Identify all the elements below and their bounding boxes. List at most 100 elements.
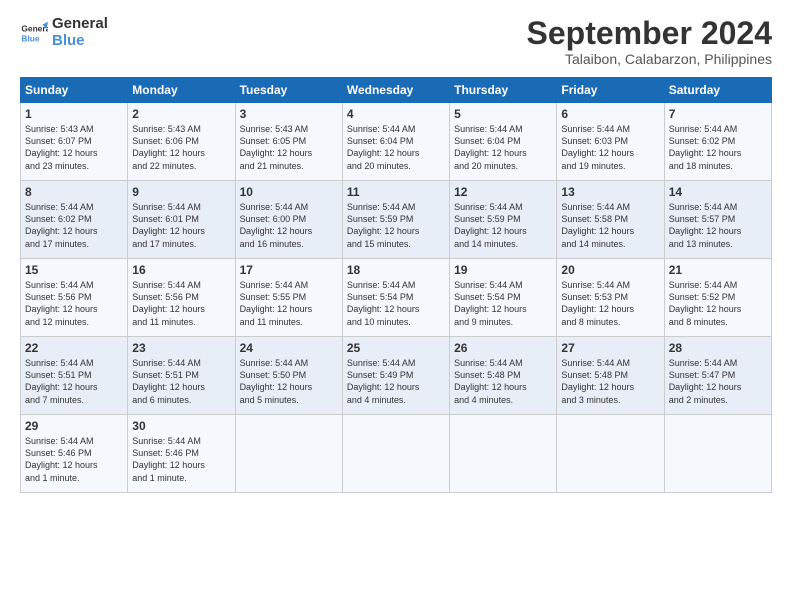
- logo-icon: General Blue: [20, 19, 48, 47]
- cell-text: Sunrise: 5:44 AM: [454, 123, 552, 135]
- table-row: 27Sunrise: 5:44 AMSunset: 5:48 PMDayligh…: [557, 337, 664, 415]
- cell-text: Daylight: 12 hours: [25, 147, 123, 159]
- cell-text: and 20 minutes.: [347, 160, 445, 172]
- cell-text: Daylight: 12 hours: [240, 303, 338, 315]
- cell-text: Sunrise: 5:43 AM: [132, 123, 230, 135]
- table-row: 12Sunrise: 5:44 AMSunset: 5:59 PMDayligh…: [450, 181, 557, 259]
- day-number: 9: [132, 185, 230, 199]
- cell-text: and 11 minutes.: [132, 316, 230, 328]
- header-row: Sunday Monday Tuesday Wednesday Thursday…: [21, 78, 772, 103]
- cell-text: Daylight: 12 hours: [240, 147, 338, 159]
- cell-text: Sunset: 5:48 PM: [561, 369, 659, 381]
- cell-text: and 19 minutes.: [561, 160, 659, 172]
- cell-text: Sunrise: 5:44 AM: [132, 435, 230, 447]
- cell-text: Sunset: 6:06 PM: [132, 135, 230, 147]
- day-number: 17: [240, 263, 338, 277]
- table-row: 28Sunrise: 5:44 AMSunset: 5:47 PMDayligh…: [664, 337, 771, 415]
- day-number: 27: [561, 341, 659, 355]
- cell-text: Daylight: 12 hours: [347, 147, 445, 159]
- table-row: 14Sunrise: 5:44 AMSunset: 5:57 PMDayligh…: [664, 181, 771, 259]
- cell-text: Daylight: 12 hours: [240, 381, 338, 393]
- day-number: 5: [454, 107, 552, 121]
- cell-text: Sunrise: 5:44 AM: [454, 279, 552, 291]
- cell-text: Sunset: 6:05 PM: [240, 135, 338, 147]
- cell-text: Sunset: 5:56 PM: [132, 291, 230, 303]
- cell-text: and 10 minutes.: [347, 316, 445, 328]
- cell-text: Daylight: 12 hours: [347, 303, 445, 315]
- cell-text: Sunrise: 5:44 AM: [347, 123, 445, 135]
- cell-text: Sunrise: 5:44 AM: [25, 435, 123, 447]
- table-row: 8Sunrise: 5:44 AMSunset: 6:02 PMDaylight…: [21, 181, 128, 259]
- cell-text: and 7 minutes.: [25, 394, 123, 406]
- table-row: [235, 415, 342, 493]
- cell-text: and 11 minutes.: [240, 316, 338, 328]
- cell-text: Sunrise: 5:44 AM: [561, 279, 659, 291]
- calendar-page: General Blue General Blue September 2024…: [0, 0, 792, 612]
- day-number: 6: [561, 107, 659, 121]
- table-row: [557, 415, 664, 493]
- table-row: 16Sunrise: 5:44 AMSunset: 5:56 PMDayligh…: [128, 259, 235, 337]
- day-number: 18: [347, 263, 445, 277]
- table-row: 3Sunrise: 5:43 AMSunset: 6:05 PMDaylight…: [235, 103, 342, 181]
- cell-text: Sunset: 6:01 PM: [132, 213, 230, 225]
- cell-text: Sunset: 5:49 PM: [347, 369, 445, 381]
- cell-text: Daylight: 12 hours: [132, 459, 230, 471]
- day-number: 1: [25, 107, 123, 121]
- cell-text: Sunrise: 5:44 AM: [240, 357, 338, 369]
- col-sunday: Sunday: [21, 78, 128, 103]
- day-number: 13: [561, 185, 659, 199]
- cell-text: Sunrise: 5:44 AM: [25, 357, 123, 369]
- cell-text: and 23 minutes.: [25, 160, 123, 172]
- cell-text: Daylight: 12 hours: [669, 303, 767, 315]
- cell-text: Sunset: 6:07 PM: [25, 135, 123, 147]
- cell-text: Sunrise: 5:44 AM: [25, 201, 123, 213]
- logo: General Blue General Blue: [20, 16, 108, 49]
- table-row: 6Sunrise: 5:44 AMSunset: 6:03 PMDaylight…: [557, 103, 664, 181]
- cell-text: Sunset: 5:57 PM: [669, 213, 767, 225]
- cell-text: Daylight: 12 hours: [132, 225, 230, 237]
- cell-text: and 1 minute.: [132, 472, 230, 484]
- location: Talaibon, Calabarzon, Philippines: [527, 51, 772, 67]
- day-number: 20: [561, 263, 659, 277]
- day-number: 14: [669, 185, 767, 199]
- col-thursday: Thursday: [450, 78, 557, 103]
- cell-text: Sunrise: 5:44 AM: [132, 279, 230, 291]
- table-row: 10Sunrise: 5:44 AMSunset: 6:00 PMDayligh…: [235, 181, 342, 259]
- cell-text: Daylight: 12 hours: [669, 381, 767, 393]
- cell-text: Daylight: 12 hours: [561, 225, 659, 237]
- day-number: 11: [347, 185, 445, 199]
- cell-text: Sunset: 5:51 PM: [25, 369, 123, 381]
- cell-text: Daylight: 12 hours: [132, 147, 230, 159]
- table-row: 15Sunrise: 5:44 AMSunset: 5:56 PMDayligh…: [21, 259, 128, 337]
- table-row: 7Sunrise: 5:44 AMSunset: 6:02 PMDaylight…: [664, 103, 771, 181]
- cell-text: Sunrise: 5:44 AM: [132, 201, 230, 213]
- table-row: [664, 415, 771, 493]
- cell-text: Sunrise: 5:44 AM: [132, 357, 230, 369]
- table-row: 29Sunrise: 5:44 AMSunset: 5:46 PMDayligh…: [21, 415, 128, 493]
- cell-text: Sunrise: 5:44 AM: [669, 123, 767, 135]
- cell-text: Sunset: 5:55 PM: [240, 291, 338, 303]
- table-row: 9 Sunrise: 5:44 AMSunset: 6:01 PMDaylight…: [128, 181, 235, 259]
- cell-text: Sunrise: 5:44 AM: [561, 201, 659, 213]
- day-number: 26: [454, 341, 552, 355]
- title-area: September 2024 Talaibon, Calabarzon, Phi…: [527, 16, 772, 67]
- table-row: 18Sunrise: 5:44 AMSunset: 5:54 PMDayligh…: [342, 259, 449, 337]
- cell-text: and 1 minute.: [25, 472, 123, 484]
- table-row: 17Sunrise: 5:44 AMSunset: 5:55 PMDayligh…: [235, 259, 342, 337]
- table-row: 2Sunrise: 5:43 AMSunset: 6:06 PMDaylight…: [128, 103, 235, 181]
- calendar-table: Sunday Monday Tuesday Wednesday Thursday…: [20, 77, 772, 493]
- cell-text: Sunset: 5:58 PM: [561, 213, 659, 225]
- header: General Blue General Blue September 2024…: [20, 16, 772, 67]
- cell-text: Sunrise: 5:43 AM: [25, 123, 123, 135]
- cell-text: Sunset: 6:04 PM: [347, 135, 445, 147]
- cell-text: Daylight: 12 hours: [561, 381, 659, 393]
- col-tuesday: Tuesday: [235, 78, 342, 103]
- cell-text: Sunrise: 5:44 AM: [347, 357, 445, 369]
- table-row: 1 Sunrise: 5:43 AMSunset: 6:07 PMDaylight…: [21, 103, 128, 181]
- cell-text: and 18 minutes.: [669, 160, 767, 172]
- table-row: 11Sunrise: 5:44 AMSunset: 5:59 PMDayligh…: [342, 181, 449, 259]
- col-friday: Friday: [557, 78, 664, 103]
- day-number: 19: [454, 263, 552, 277]
- cell-text: Daylight: 12 hours: [454, 303, 552, 315]
- day-number: 16: [132, 263, 230, 277]
